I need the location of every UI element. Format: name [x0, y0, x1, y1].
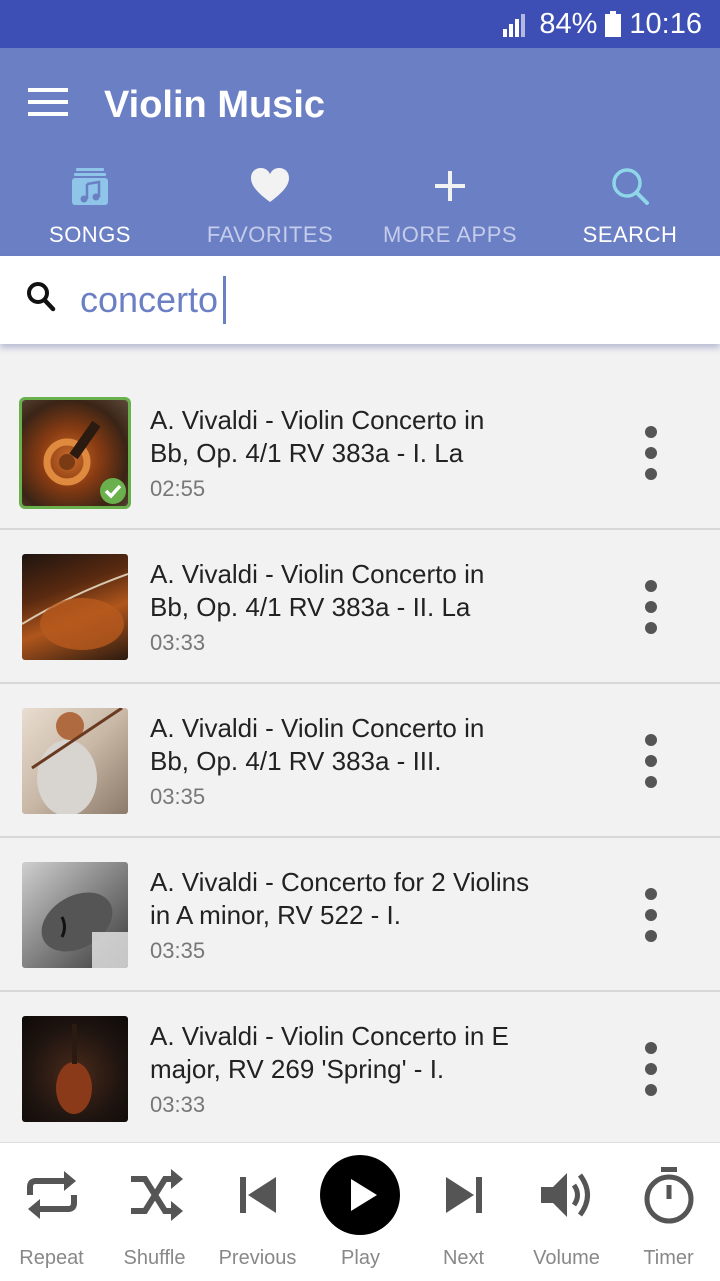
song-title: A. Vivaldi - Violin Concerto in Bb, Op. …: [150, 713, 485, 776]
tab-favorites-label: FAVORITES: [206, 222, 334, 247]
tab-favorites[interactable]: FAVORITES: [180, 158, 360, 256]
timer-label: Timer: [643, 1247, 694, 1269]
song-thumbnail: [19, 397, 131, 509]
tab-search[interactable]: SEARCH: [540, 158, 720, 256]
song-row[interactable]: A. Vivaldi - Violin Concerto in Bb, Op. …: [0, 530, 720, 684]
skip-previous-icon: [240, 1177, 276, 1213]
song-thumbnail: [22, 554, 128, 660]
song-row[interactable]: A. Vivaldi - Violin Concerto in Bb, Op. …: [0, 376, 720, 530]
previous-label: Previous: [218, 1247, 297, 1269]
violinist-image: [31, 708, 123, 814]
text-cursor: [223, 276, 226, 324]
song-row[interactable]: A. Vivaldi - Violin Concerto in Bb, Op. …: [0, 684, 720, 838]
more-options-button[interactable]: [636, 888, 666, 942]
battery-percent: 84%: [539, 7, 598, 40]
menu-button[interactable]: [28, 88, 68, 120]
repeat-icon: [27, 1171, 77, 1219]
next-button[interactable]: Next: [412, 1143, 515, 1281]
timer-icon: [644, 1167, 694, 1224]
menu-icon: [28, 88, 68, 92]
play-label: Play: [341, 1247, 380, 1269]
song-list: A. Vivaldi - Violin Concerto in Bb, Op. …: [0, 376, 720, 1146]
search-icon: [612, 168, 649, 205]
shuffle-label: Shuffle: [123, 1247, 186, 1269]
more-options-button[interactable]: [636, 580, 666, 634]
volume-label: Volume: [533, 1247, 600, 1269]
search-field-icon: [27, 282, 56, 312]
song-duration: 03:35: [150, 784, 206, 809]
song-row[interactable]: A. Vivaldi - Concerto for 2 Violins in A…: [0, 838, 720, 992]
play-button[interactable]: Play: [309, 1143, 412, 1281]
song-thumbnail: [22, 862, 128, 968]
violin-bw-image: [41, 892, 128, 968]
shuffle-button[interactable]: Shuffle: [103, 1143, 206, 1281]
next-label: Next: [442, 1247, 485, 1269]
more-options-button[interactable]: [636, 1042, 666, 1096]
song-duration: 03:33: [150, 630, 206, 655]
plus-icon: [435, 171, 465, 201]
song-row[interactable]: A. Vivaldi - Violin Concerto in E major,…: [0, 992, 720, 1146]
battery-icon: [605, 11, 622, 37]
clock: 10:16: [629, 7, 702, 40]
violin-body-image: [22, 573, 128, 650]
app-title: Violin Music: [104, 84, 326, 126]
more-options-button[interactable]: [636, 734, 666, 788]
song-title: A. Vivaldi - Violin Concerto in Bb, Op. …: [150, 405, 485, 468]
volume-button[interactable]: Volume: [515, 1143, 618, 1281]
tab-songs-label: SONGS: [49, 222, 131, 247]
play-icon: [320, 1155, 400, 1235]
repeat-button[interactable]: Repeat: [0, 1143, 103, 1281]
violin-dark-image: [56, 1024, 92, 1114]
tab-songs[interactable]: SONGS: [0, 158, 180, 256]
more-options-button[interactable]: [636, 426, 666, 480]
music-note-icon: [72, 168, 108, 205]
song-duration: 03:33: [150, 1092, 206, 1117]
song-duration: 02:55: [150, 476, 206, 501]
timer-button[interactable]: Timer: [617, 1143, 720, 1281]
skip-next-icon: [446, 1177, 482, 1213]
status-area: 84% 10:16: [503, 6, 702, 42]
song-title: A. Vivaldi - Violin Concerto in Bb, Op. …: [150, 559, 485, 622]
selected-check-icon: [100, 478, 126, 504]
previous-button[interactable]: Previous: [206, 1143, 309, 1281]
volume-icon: [541, 1173, 590, 1217]
tab-more-apps[interactable]: MORE APPS: [360, 158, 540, 256]
signal-icon: [503, 14, 526, 37]
tab-bar: SONGS FAVORITES MORE APPS SEARCH: [0, 158, 720, 256]
shuffle-icon: [131, 1169, 183, 1221]
song-duration: 03:35: [150, 938, 206, 963]
tab-search-label: SEARCH: [582, 222, 678, 247]
song-title: A. Vivaldi - Concerto for 2 Violins in A…: [150, 867, 530, 930]
repeat-label: Repeat: [19, 1247, 84, 1269]
status-bar: 84% 10:16: [0, 0, 720, 48]
heart-icon: [251, 168, 289, 202]
song-title: A. Vivaldi - Violin Concerto in E major,…: [150, 1021, 509, 1084]
search-bar: [0, 256, 720, 344]
player-controls: Repeat Shuffle Previous Play Next Volume…: [0, 1142, 720, 1281]
song-thumbnail: [22, 1016, 128, 1122]
app-bar: Violin Music SONGS FAVORITES MORE APPS S…: [0, 48, 720, 256]
search-input[interactable]: [80, 274, 680, 326]
tab-more-apps-label: MORE APPS: [382, 222, 518, 247]
song-thumbnail: [22, 708, 128, 814]
